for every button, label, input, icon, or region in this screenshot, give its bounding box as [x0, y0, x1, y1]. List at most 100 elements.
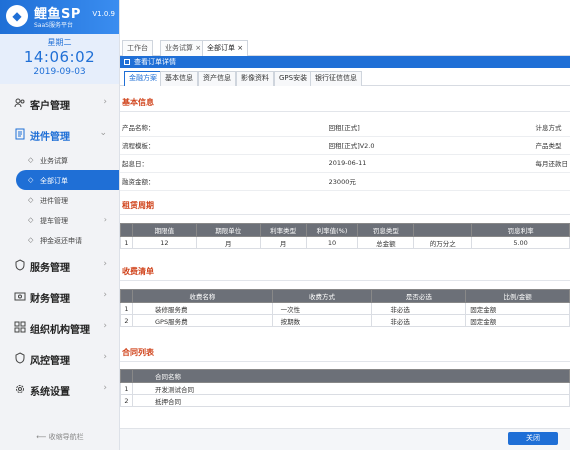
tab-images[interactable]: 影像资料	[236, 71, 274, 86]
tab-asset-info[interactable]: 资产信息	[198, 71, 236, 86]
info-label	[533, 172, 570, 191]
contract-link[interactable]: 开发测试合同	[131, 382, 570, 395]
table-header-row: 期限值 期限单位 利率类型 利率值(%) 罚息类型 罚息利率	[120, 223, 570, 237]
tab-basic-info[interactable]: 基本信息	[160, 71, 198, 86]
info-row: 起息日： 2019-06-11 每月还款日	[120, 154, 570, 173]
contract-table: 合同名称 1 开发测试合同 2 抵押合同	[120, 369, 570, 407]
sidebar-item-label: 风控管理	[30, 356, 70, 367]
table-row: 2 抵押合同	[120, 394, 570, 407]
table-cell: 非必选	[371, 302, 467, 315]
clock-date: 2019-09-03	[33, 67, 86, 77]
sidebar-item-label: 进件管理	[30, 132, 70, 143]
tab-finance-plan[interactable]: 金融方案	[124, 71, 162, 86]
info-label: 产品类型	[533, 136, 570, 155]
sidebar-item-risk[interactable]: 风控管理 ›	[0, 343, 119, 374]
table-cell: 2	[120, 314, 133, 327]
table-cell: 按期数	[271, 314, 373, 327]
table-cell: GPS服务费	[131, 314, 273, 327]
table-row: 1 12 月 月 10 总金额 的万分之 5.00	[120, 236, 570, 249]
column-header: 是否必选	[371, 289, 467, 303]
brand-header: ◆ 鲤鱼SP SaaS服务平台 V1.0.9	[0, 0, 119, 34]
table-row: 2 GPS服务费 按期数 非必选 固定金额	[120, 314, 570, 327]
table-cell: 1	[120, 236, 133, 249]
sidebar-subitem-label: 进件管理	[40, 197, 68, 205]
table-row: 1 装修服务费 一次性 非必选 固定金额	[120, 302, 570, 315]
chevron-right-icon: ›	[103, 352, 107, 362]
tab-workbench[interactable]: 工作台	[122, 40, 153, 56]
panel-title: 查看订单详情	[134, 58, 176, 66]
column-header: 比例/金额	[465, 289, 570, 303]
sidebar-item-organization[interactable]: 组织机构管理 ›	[0, 312, 119, 343]
tab-label: 金融方案	[129, 74, 157, 82]
chevron-right-icon: ›	[103, 215, 107, 224]
chevron-right-icon: ›	[103, 290, 107, 300]
tab-label: 银行征信信息	[315, 74, 357, 82]
sidebar-item-label: 系统设置	[30, 387, 70, 398]
column-header: 合同名称	[131, 369, 570, 383]
info-value: 23000元	[326, 172, 534, 191]
page-tabs: 工作台 业务试算 × 全部订单 ×	[120, 38, 570, 56]
sidebar-subitem-label: 押金返还申请	[40, 237, 82, 245]
info-row: 流程模板： 回租[正式]V2.0 产品类型	[120, 136, 570, 155]
chevron-right-icon: ›	[103, 321, 107, 331]
column-header	[120, 223, 133, 237]
column-header: 罚息利率	[471, 223, 570, 237]
brand-subtitle: SaaS服务平台	[34, 22, 73, 29]
weekday: 星期二	[47, 38, 72, 47]
sidebar-subitem-pickup[interactable]: ◇ 提车管理 ›	[0, 210, 119, 230]
sidebar-menu: 客户管理 › 进件管理 ⌄ ◇ 业务试算 ◇ 全部订单 ◇ 进件管理 ◇ 提车管…	[0, 88, 119, 405]
table-header-row: 收费名称 收费方式 是否必选 比例/金额	[120, 289, 570, 303]
sidebar-item-settings[interactable]: 系统设置 ›	[0, 374, 119, 405]
tab-label: 业务试算	[165, 44, 193, 52]
info-label: 流程模板：	[120, 136, 327, 155]
bullet-icon: ◇	[28, 176, 34, 184]
tab-all-orders[interactable]: 全部订单 ×	[202, 40, 249, 56]
main-content: 工作台 业务试算 × 全部订单 × 查看订单详情 金融方案 基本信息 资产信息 …	[120, 0, 570, 450]
close-icon[interactable]: ×	[237, 44, 243, 52]
column-header: 期限值	[131, 223, 197, 237]
fee-table: 收费名称 收费方式 是否必选 比例/金额 1 装修服务费 一次性 非必选 固定金…	[120, 289, 570, 327]
column-header: 期限单位	[195, 223, 261, 237]
tab-trial[interactable]: 业务试算 ×	[160, 40, 207, 56]
tab-label: 全部订单	[207, 44, 235, 52]
sidebar-subitem-deposit-refund[interactable]: ◇ 押金返还申请	[0, 230, 119, 250]
tab-gps[interactable]: GPS安装	[274, 71, 313, 86]
clock-time: 14:06:02	[23, 48, 96, 66]
column-header	[120, 289, 133, 303]
tab-label: 影像资料	[241, 74, 269, 82]
sidebar-item-label: 服务管理	[30, 263, 70, 274]
table-cell: 1	[120, 382, 133, 395]
tab-label: 资产信息	[203, 74, 231, 82]
table-cell: 的万分之	[413, 236, 473, 249]
chevron-right-icon: ›	[103, 259, 107, 269]
collapse-sidebar-button[interactable]: ⟵ 收缩导航栏	[0, 432, 120, 446]
contract-link[interactable]: 抵押合同	[131, 394, 570, 407]
clock-panel: 星期二 14:06:02 2019-09-03	[0, 34, 119, 84]
section-title-lease: 租赁周期	[122, 201, 154, 210]
table-header-row: 合同名称	[120, 369, 570, 383]
sidebar-item-label: 客户管理	[30, 101, 70, 112]
info-label: 起息日：	[120, 154, 327, 173]
info-value: 回租[正式]V2.0	[326, 136, 534, 155]
sidebar-subitem-trial[interactable]: ◇ 业务试算	[0, 150, 119, 170]
lease-table: 期限值 期限单位 利率类型 利率值(%) 罚息类型 罚息利率 1 12 月 月 …	[120, 223, 570, 249]
close-icon[interactable]: ×	[195, 44, 201, 52]
info-label: 产品名称：	[120, 118, 327, 137]
sidebar-item-finance[interactable]: 财务管理 ›	[0, 281, 119, 312]
table-cell: 装修服务费	[131, 302, 273, 315]
logo-icon: ◆	[6, 5, 28, 27]
sidebar-item-service[interactable]: 服务管理 ›	[0, 250, 119, 281]
info-label: 融资金额：	[120, 172, 327, 191]
column-header: 收费名称	[131, 289, 273, 303]
sidebar-subitem-application[interactable]: ◇ 进件管理	[0, 190, 119, 210]
tab-bank-credit[interactable]: 银行征信信息	[310, 71, 362, 86]
sidebar-subitem-all-orders[interactable]: ◇ 全部订单	[16, 170, 119, 190]
info-label: 每月还款日	[533, 154, 570, 173]
version-label: V1.0.9	[92, 10, 115, 18]
sidebar-item-application[interactable]: 进件管理 ⌄	[0, 119, 119, 150]
gear-icon	[16, 385, 24, 393]
sidebar-item-customer[interactable]: 客户管理 ›	[0, 88, 119, 119]
section-title-basic: 基本信息	[122, 98, 154, 107]
shield-icon	[15, 352, 25, 364]
close-button[interactable]: 关闭	[508, 432, 558, 445]
